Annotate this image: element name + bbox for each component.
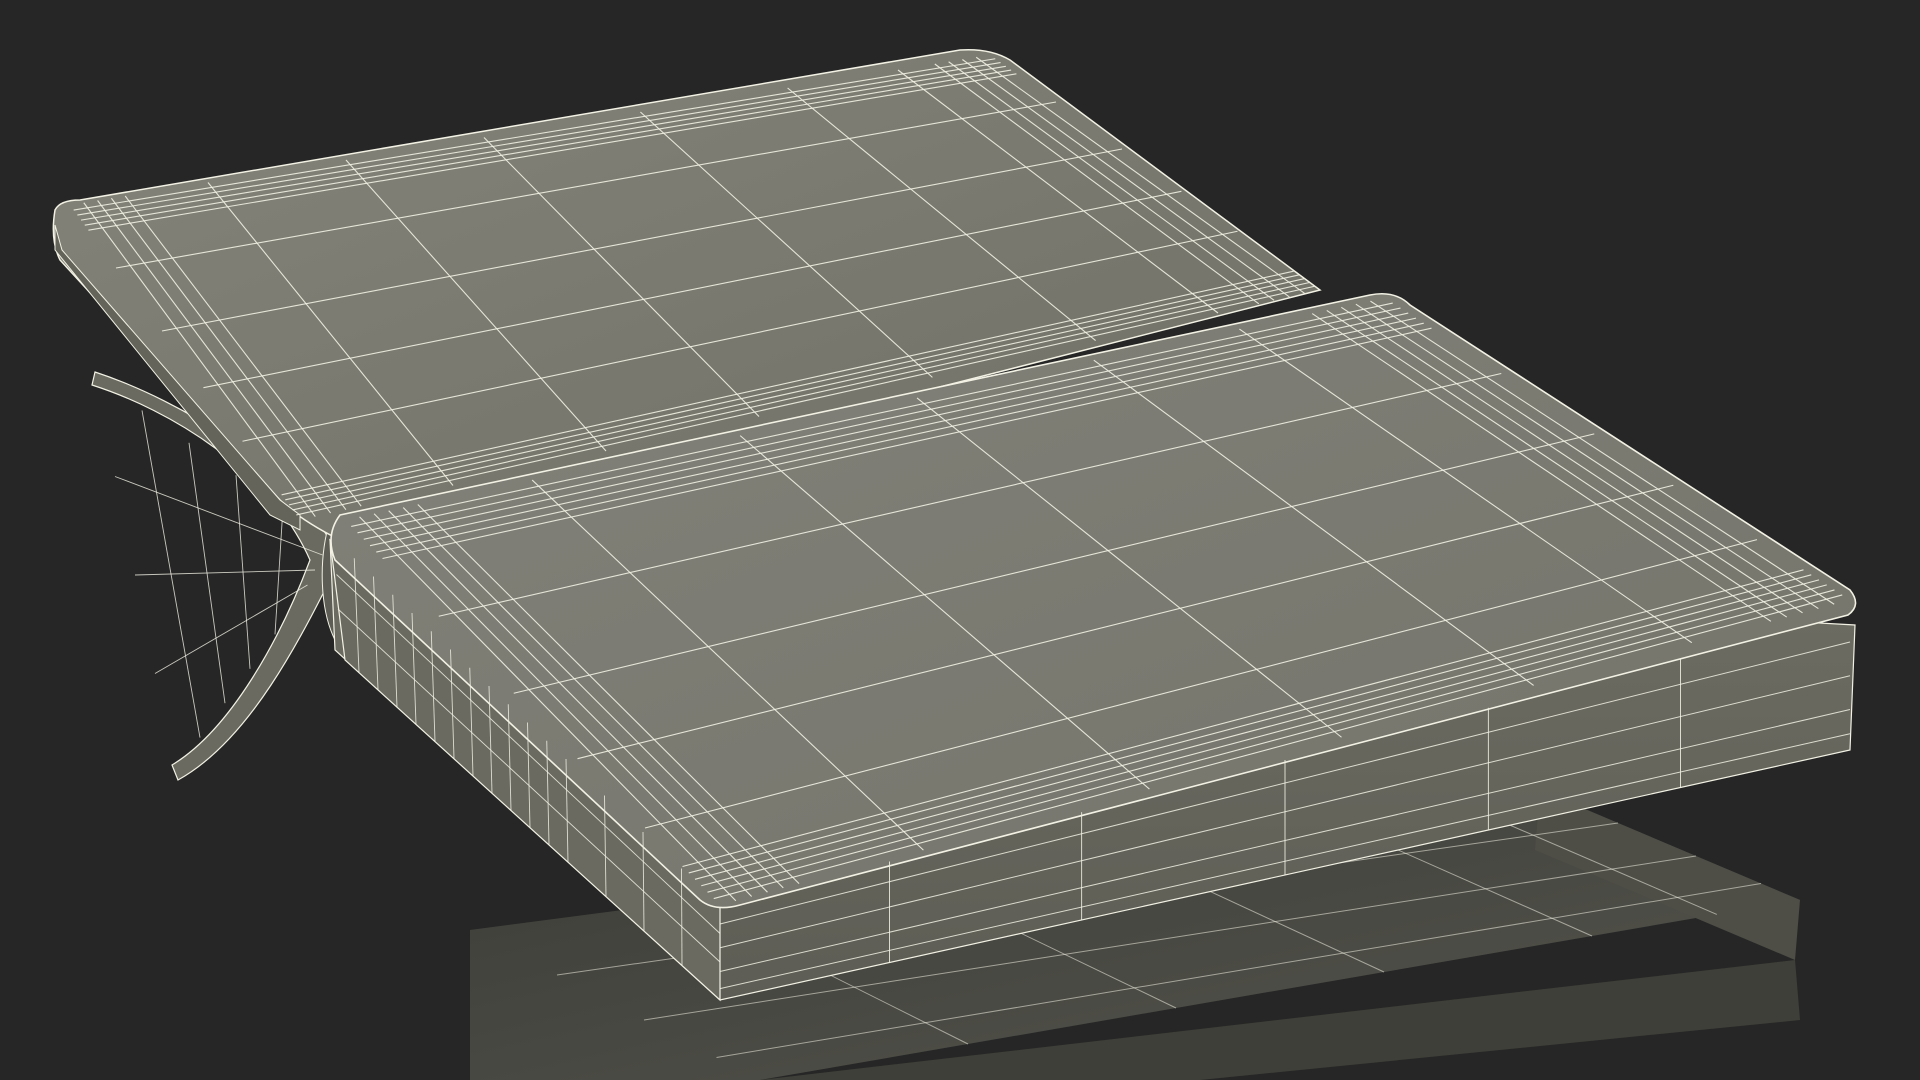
wire-line — [681, 868, 683, 966]
wireframe-render — [52, 48, 1857, 1080]
wire-line — [134, 569, 316, 576]
render-viewport — [0, 0, 1920, 1080]
